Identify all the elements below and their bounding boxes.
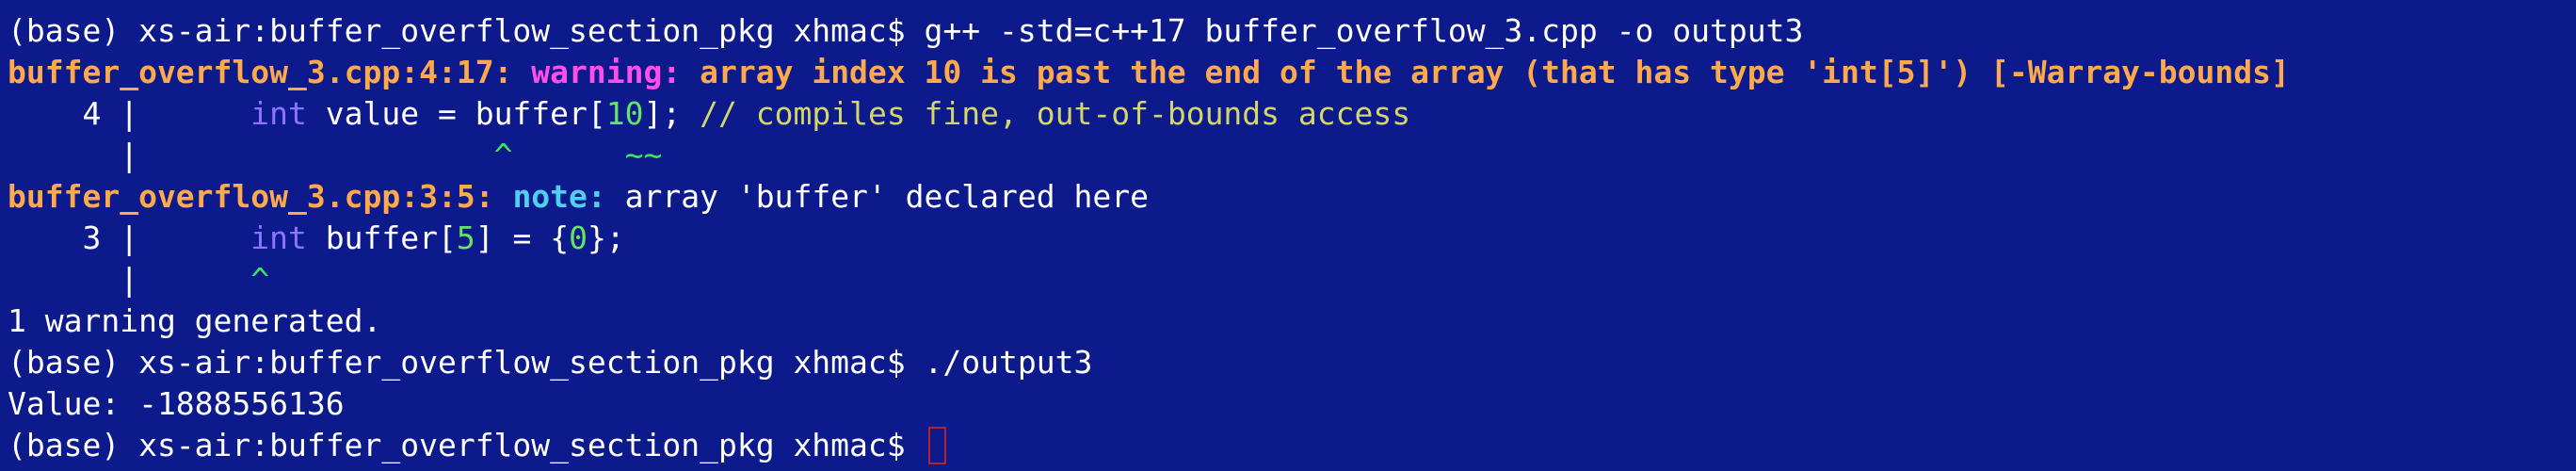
- source-code: ];: [643, 95, 700, 132]
- caret-marker: ^: [493, 137, 513, 173]
- source-code: };: [587, 219, 625, 256]
- source-keyword: int: [250, 219, 307, 256]
- source-code: value = buffer[: [306, 95, 606, 132]
- source-keyword: int: [250, 95, 307, 132]
- range-marker: ~~: [624, 137, 663, 173]
- terminal-line-summary: 1 warning generated.: [8, 300, 2576, 342]
- source-number: 10: [605, 95, 644, 132]
- terminal-line-warning: buffer_overflow_3.cpp:4:17: warning: arr…: [8, 52, 2576, 93]
- source-number: 5: [456, 219, 475, 256]
- source-gutter: |: [8, 137, 494, 173]
- terminal-line-note: buffer_overflow_3.cpp:3:5: note: array '…: [8, 176, 2576, 218]
- terminal-line-caret-3: | ^: [8, 259, 2576, 300]
- source-number: 0: [569, 219, 588, 256]
- shell-prompt: (base) xs-air:buffer_overflow_section_pk…: [8, 12, 925, 49]
- source-comment: // compiles fine, out-of-bounds access: [700, 95, 1411, 132]
- caret-gap: [512, 137, 624, 173]
- shell-prompt: (base) xs-air:buffer_overflow_section_pk…: [8, 427, 925, 463]
- terminal-line-source-3: 3 | int buffer[5] = {0};: [8, 218, 2576, 259]
- shell-prompt: (base) xs-air:buffer_overflow_section_pk…: [8, 344, 925, 381]
- source-code: ] = {: [475, 219, 570, 256]
- diagnostic-message: array index 10 is past the end of the ar…: [681, 54, 2290, 90]
- program-output: Value: -1888556136: [8, 385, 345, 422]
- command-text: ./output3: [924, 344, 1093, 381]
- diagnostic-location: buffer_overflow_3.cpp:3:5:: [8, 178, 513, 215]
- diagnostic-kind-note: note:: [512, 178, 606, 215]
- terminal-window[interactable]: (base) xs-air:buffer_overflow_section_pk…: [0, 0, 2576, 471]
- terminal-line-compile-command: (base) xs-air:buffer_overflow_section_pk…: [8, 10, 2576, 52]
- diagnostic-location: buffer_overflow_3.cpp:4:17:: [8, 54, 532, 90]
- command-text: g++ -std=c++17 buffer_overflow_3.cpp -o …: [924, 12, 1804, 49]
- caret-marker: ^: [250, 261, 270, 298]
- source-gutter: 3 |: [8, 219, 251, 256]
- terminal-line-program-output: Value: -1888556136: [8, 383, 2576, 425]
- text-cursor[interactable]: [927, 427, 946, 464]
- warning-summary: 1 warning generated.: [8, 302, 382, 339]
- terminal-line-source-4: 4 | int value = buffer[10]; // compiles …: [8, 93, 2576, 135]
- terminal-line-active-prompt[interactable]: (base) xs-air:buffer_overflow_section_pk…: [8, 425, 2576, 466]
- terminal-line-run-command: (base) xs-air:buffer_overflow_section_pk…: [8, 342, 2576, 383]
- diagnostic-message: array 'buffer' declared here: [605, 178, 1149, 215]
- diagnostic-kind-warning: warning:: [531, 54, 682, 90]
- source-gutter: |: [8, 261, 251, 298]
- terminal-line-caret-4: | ^ ~~: [8, 135, 2576, 176]
- source-code: buffer[: [306, 219, 457, 256]
- source-gutter: 4 |: [8, 95, 251, 132]
